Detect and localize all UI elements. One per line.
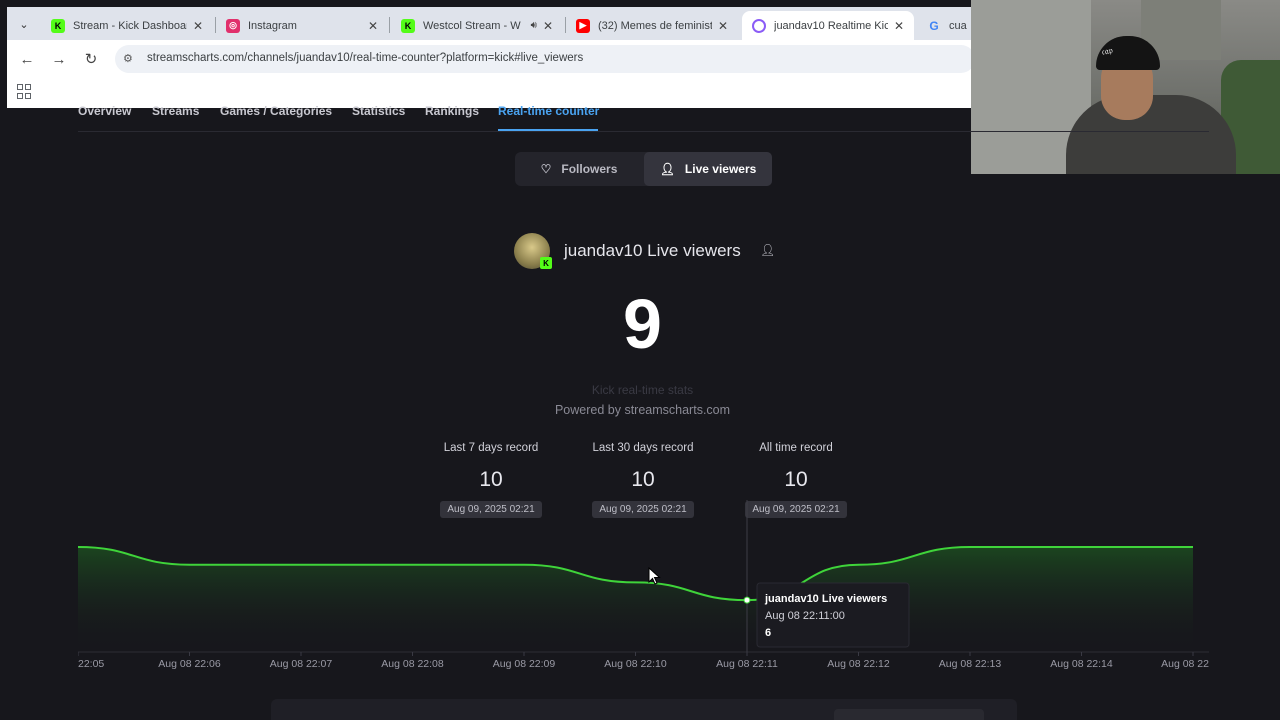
- person-icon: 👤︎: [659, 162, 675, 176]
- followers-label: Followers: [561, 162, 618, 176]
- x-tick-label: Aug 08 22:13: [939, 658, 1002, 670]
- hover-point: [743, 596, 751, 604]
- tab-title: juandav10 Realtime Kick: [774, 19, 888, 32]
- nav-real-time-counter[interactable]: Real-time counter: [498, 104, 599, 118]
- record-label: All time record: [759, 442, 833, 454]
- webcam-person-body: [1066, 95, 1236, 174]
- live-viewers-chart[interactable]: 22:05 Aug 08 22:06 Aug 08 22:07 Aug 08 22:0…: [78, 500, 1209, 680]
- chart-tooltip: juandav10 Live viewers Aug 08 22:11:00 6: [756, 582, 910, 648]
- screen: ⌄ K Stream - Kick Dashboard ✕ ◎ Instagra…: [0, 0, 1280, 720]
- x-tick-label: Aug 08 22:11: [716, 658, 778, 670]
- x-tick-label: Aug 08 22:09: [493, 658, 556, 670]
- x-tick-label: Aug 08 22: [1161, 658, 1209, 670]
- tab-youtube-memes[interactable]: ▶ (32) Memes de feminist ✕: [566, 11, 738, 40]
- webcam-overlay: 𝔠𝔞𝔭: [971, 0, 1280, 174]
- nav-games-categories[interactable]: Games / Categories: [220, 104, 332, 118]
- tab-instagram[interactable]: ◎ Instagram ✕: [216, 11, 388, 40]
- stats-label: Kick real-time stats: [591, 383, 694, 397]
- live-viewers-toggle-button[interactable]: 👤︎ Live viewers: [644, 152, 772, 186]
- instagram-icon: ◎: [226, 18, 240, 33]
- nav-statistics[interactable]: Statistics: [352, 104, 405, 118]
- bottom-panel-control[interactable]: [834, 709, 984, 720]
- kick-badge-icon: K: [540, 257, 552, 269]
- powered-by-link[interactable]: Powered by streamscharts.com: [520, 403, 765, 417]
- tooltip-time: Aug 08 22:11:00: [765, 610, 845, 622]
- channel-title: juandav10 Live viewers: [564, 241, 741, 260]
- nav-divider: [78, 131, 1209, 132]
- tab-westcol-stream[interactable]: K Westcol Stream - W 🔊︎ ✕: [391, 11, 563, 40]
- tab-close-icon[interactable]: ✕: [718, 19, 728, 33]
- tab-title: (32) Memes de feminist: [598, 19, 712, 32]
- record-label: Last 30 days record: [592, 442, 694, 454]
- tab-title: Westcol Stream - W: [423, 19, 521, 32]
- streamscharts-icon: [752, 18, 766, 33]
- tab-close-icon[interactable]: ✕: [543, 19, 553, 33]
- person-icon: 👤︎: [760, 243, 776, 257]
- tooltip-title: juandav10 Live viewers: [764, 593, 887, 605]
- site-settings-icon[interactable]: ⚙: [123, 52, 137, 66]
- record-value: 10: [479, 468, 503, 491]
- x-tick-label: Aug 08 22:06: [158, 658, 221, 670]
- forward-arrow-icon[interactable]: →: [49, 49, 69, 69]
- series-area: [78, 547, 1193, 652]
- cap-logo: 𝔠𝔞𝔭: [1101, 46, 1114, 58]
- kick-icon: K: [51, 18, 65, 33]
- tab-kick-dashboard[interactable]: K Stream - Kick Dashboard ✕: [41, 11, 213, 40]
- tab-title: Stream - Kick Dashboard: [73, 19, 187, 32]
- x-tick-label: 22:05: [78, 658, 104, 670]
- reload-icon[interactable]: ↻: [81, 49, 101, 69]
- nav-overview[interactable]: Overview: [78, 104, 131, 118]
- x-tick-label: Aug 08 22:10: [604, 658, 667, 670]
- apps-grid-icon[interactable]: [17, 84, 33, 100]
- url-text[interactable]: streamscharts.com/channels/juandav10/rea…: [147, 52, 583, 64]
- x-tick-label: Aug 08 22:12: [827, 658, 890, 670]
- tab-close-icon[interactable]: ✕: [193, 19, 203, 33]
- tab-title: Instagram: [248, 19, 297, 32]
- mouse-cursor-icon: [648, 567, 661, 585]
- browser-window: ⌄ K Stream - Kick Dashboard ✕ ◎ Instagra…: [7, 7, 971, 108]
- tooltip-value: 6: [765, 627, 771, 639]
- address-bar[interactable]: ⚙ streamscharts.com/channels/juandav10/r…: [115, 45, 971, 73]
- x-tick-label: Aug 08 22:08: [381, 658, 444, 670]
- x-tick-label: Aug 08 22:14: [1050, 658, 1113, 670]
- heart-icon: ♡: [540, 162, 552, 176]
- nav-rankings[interactable]: Rankings: [425, 104, 479, 118]
- google-icon: G: [929, 18, 939, 33]
- tab-bar: ⌄ K Stream - Kick Dashboard ✕ ◎ Instagra…: [7, 7, 971, 40]
- live-viewers-label: Live viewers: [684, 162, 757, 176]
- browser-toolbar: ← → ↻ ⚙ streamscharts.com/channels/juand…: [7, 40, 971, 78]
- tab-close-icon[interactable]: ✕: [368, 19, 378, 33]
- tab-title: cual: [949, 19, 967, 32]
- channel-heading: K juandav10 Live viewers 👤︎: [514, 233, 794, 269]
- tab-google-search[interactable]: G cual: [917, 11, 971, 40]
- nav-streams[interactable]: Streams: [152, 104, 199, 118]
- x-tick-label: Aug 08 22:07: [270, 658, 333, 670]
- back-arrow-icon[interactable]: ←: [17, 49, 37, 69]
- followers-toggle-button[interactable]: ♡ Followers: [515, 152, 643, 186]
- counter-type-toggle: ♡ Followers 👤︎ Live viewers: [515, 152, 772, 186]
- tab-close-icon[interactable]: ✕: [894, 19, 904, 33]
- record-value: 10: [631, 468, 655, 491]
- live-viewer-count: 9: [623, 285, 662, 363]
- youtube-icon: ▶: [576, 18, 590, 33]
- record-value: 10: [784, 468, 808, 491]
- tab-search-chevron-icon[interactable]: ⌄: [13, 13, 35, 35]
- speaker-icon[interactable]: 🔊︎: [531, 20, 537, 31]
- tab-streamscharts-active[interactable]: juandav10 Realtime Kick ✕: [742, 11, 914, 40]
- bottom-panel: [271, 699, 1017, 720]
- kick-icon: K: [401, 18, 415, 33]
- record-label: Last 7 days record: [443, 442, 539, 454]
- tab-separator: [389, 17, 390, 33]
